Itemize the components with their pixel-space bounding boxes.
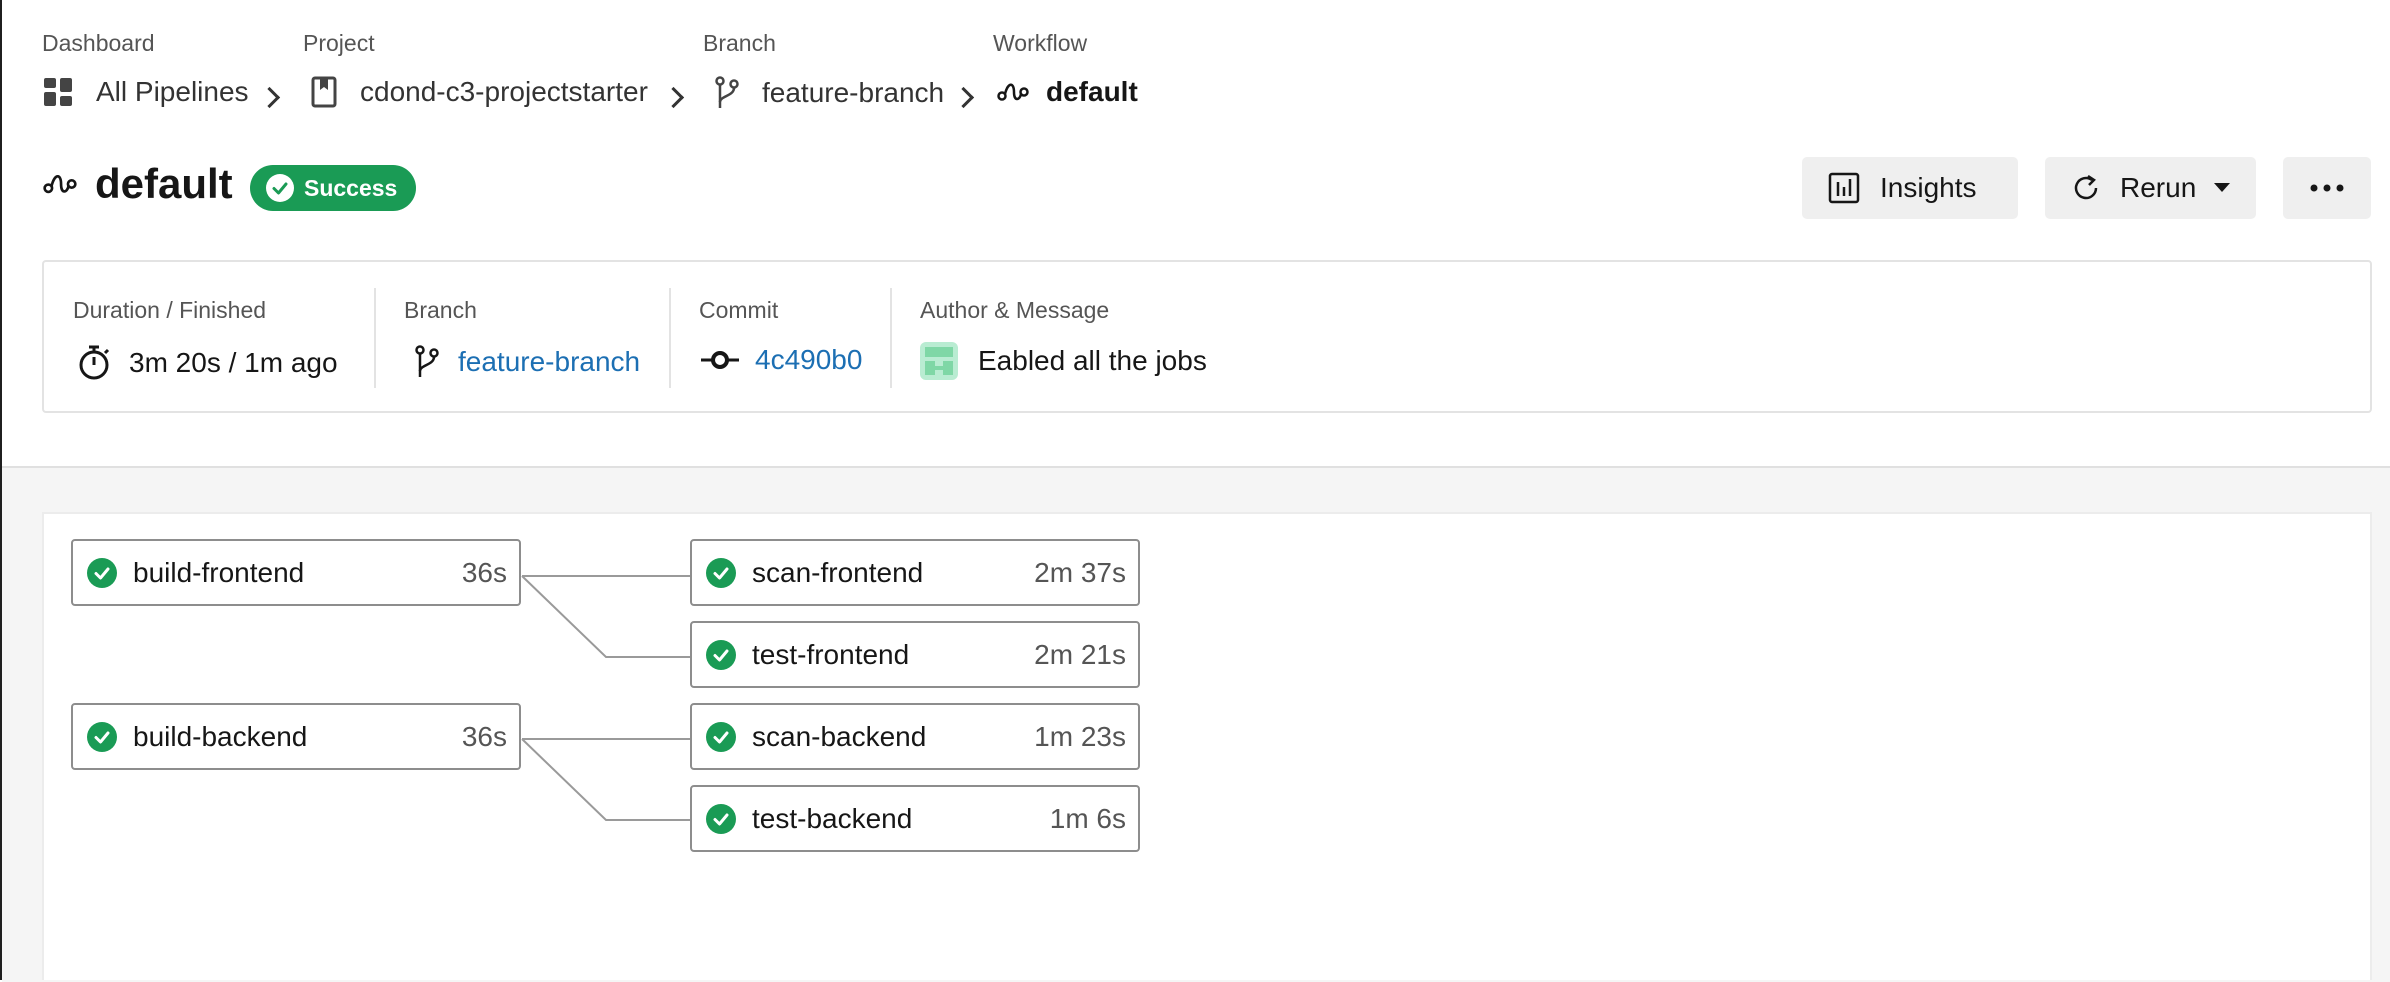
branch-icon: [415, 345, 439, 377]
breadcrumb-label-workflow: Workflow: [993, 30, 1088, 56]
job-card-scan-backend[interactable]: scan-backend 1m 23s: [690, 703, 1140, 770]
divider: [890, 288, 892, 388]
job-name: test-backend: [752, 802, 913, 834]
breadcrumb-item-branch[interactable]: feature-branch: [712, 76, 944, 110]
breadcrumb-value: All Pipelines: [96, 76, 249, 107]
avatar: [920, 342, 958, 380]
author-label: Author & Message: [920, 297, 1110, 323]
author-message-field: Eabled all the jobs: [920, 342, 1207, 380]
page-title: default: [95, 160, 233, 207]
dashboard-grid-icon: [44, 78, 72, 106]
project-bookmark-icon: [311, 76, 337, 108]
job-name: scan-backend: [752, 720, 927, 752]
divider: [374, 288, 376, 388]
bar-chart-icon: [1828, 172, 1860, 204]
job-name: test-frontend: [752, 638, 910, 670]
workflow-summary-card: Duration / Finished 3m 20s / 1m ago Bran…: [42, 260, 2372, 413]
duration-value: 3m 20s / 1m ago: [129, 347, 338, 378]
commit-message: Eabled all the jobs: [978, 345, 1207, 376]
job-duration: 2m 37s: [1034, 556, 1126, 588]
duration-field: 3m 20s / 1m ago: [77, 344, 338, 382]
job-card-test-frontend[interactable]: test-frontend 2m 21s: [690, 621, 1140, 688]
success-check-icon: [706, 803, 736, 834]
branch-link[interactable]: feature-branch: [412, 344, 640, 380]
commit-icon: [701, 351, 739, 369]
breadcrumb-label-project: Project: [303, 30, 375, 56]
job-duration: 36s: [461, 556, 507, 588]
commit-link[interactable]: 4c490b0: [701, 344, 862, 376]
status-badge-label: Success: [304, 174, 398, 201]
caret-down-icon: [2214, 183, 2231, 192]
job-name: scan-frontend: [752, 556, 924, 588]
commit-label: Commit: [699, 297, 779, 323]
success-check-icon: [87, 721, 117, 752]
breadcrumb-item-workflow: default: [996, 76, 1138, 108]
success-check-icon: [706, 639, 736, 670]
success-check-icon: [87, 557, 117, 588]
branch-label: Branch: [404, 297, 477, 323]
duration-label: Duration / Finished: [73, 297, 267, 323]
job-duration: 2m 21s: [1034, 638, 1126, 670]
insights-button[interactable]: Insights: [1802, 157, 2018, 219]
breadcrumb-value: feature-branch: [762, 77, 945, 108]
chevron-right-icon: [258, 86, 281, 109]
job-duration: 36s: [461, 720, 507, 752]
refresh-icon: [2074, 174, 2098, 200]
divider: [669, 288, 671, 388]
success-check-icon: [706, 721, 736, 752]
job-card-build-backend[interactable]: build-backend 36s: [71, 703, 521, 770]
job-card-build-frontend[interactable]: build-frontend 36s: [71, 539, 521, 606]
rerun-button[interactable]: Rerun: [2045, 157, 2256, 219]
job-duration: 1m 23s: [1034, 720, 1126, 752]
workflow-icon: [997, 83, 1029, 101]
breadcrumb-item-project[interactable]: cdond-c3-projectstarter: [310, 76, 648, 108]
breadcrumb-item-all-pipelines[interactable]: All Pipelines: [42, 76, 249, 108]
job-name: build-backend: [133, 720, 308, 752]
chevron-right-icon: [662, 86, 685, 109]
breadcrumb-label-dashboard: Dashboard: [42, 30, 155, 56]
breadcrumb-value-current: default: [1046, 76, 1138, 107]
more-options-button[interactable]: [2283, 157, 2371, 219]
check-circle-icon: [266, 174, 294, 202]
job-duration: 1m 6s: [1049, 802, 1126, 834]
success-check-icon: [706, 557, 736, 588]
insights-button-label: Insights: [1880, 172, 1977, 203]
job-name: build-frontend: [133, 556, 305, 588]
job-card-scan-frontend[interactable]: scan-frontend 2m 37s: [690, 539, 1140, 606]
workflow-icon: [43, 175, 77, 194]
branch-value: feature-branch: [458, 346, 641, 377]
breadcrumb-label-branch: Branch: [703, 30, 776, 56]
chevron-right-icon: [952, 86, 975, 109]
job-card-test-backend[interactable]: test-backend 1m 6s: [690, 785, 1140, 852]
status-badge: Success: [250, 165, 416, 211]
breadcrumb-value: cdond-c3-projectstarter: [360, 76, 648, 107]
rerun-button-label: Rerun: [2120, 172, 2197, 203]
more-horizontal-icon: [2310, 184, 2344, 192]
branch-icon: [715, 76, 739, 108]
commit-value: 4c490b0: [755, 344, 863, 375]
stopwatch-icon: [79, 345, 110, 380]
